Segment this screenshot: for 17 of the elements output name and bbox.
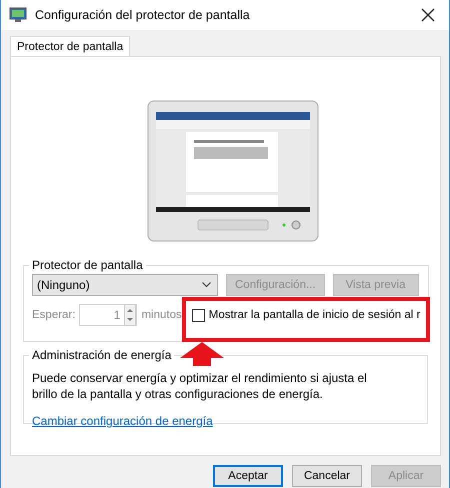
screensaver-dropdown[interactable]: (Ninguno): [32, 274, 218, 296]
arrow-icon: [180, 342, 224, 366]
logon-checkbox[interactable]: Mostrar la pantalla de inicio de sesión al r: [192, 308, 420, 322]
group-label: Protector de pantalla: [31, 258, 144, 272]
power-description: Puede conservar energía y optimizar el rendimiento si ajusta el brillo de la pantalla y otras configuraciones de energía.: [32, 370, 368, 402]
display-icon: [9, 7, 27, 23]
close-icon[interactable]: [421, 8, 435, 22]
ok-button[interactable]: Aceptar: [213, 465, 283, 487]
wait-label: Esperar:: [32, 309, 76, 321]
tab[interactable]: Protector de pantalla: [10, 36, 130, 56]
power-settings-link[interactable]: Cambiar configuración de energía: [32, 414, 213, 428]
window-title: Configuración del protector de pantalla: [35, 8, 251, 22]
minutes-label: minutos: [141, 309, 182, 321]
spin-arrows-icon: [124, 304, 136, 326]
group-label: Administración de energía: [31, 348, 172, 362]
cancel-button[interactable]: Cancelar: [292, 465, 362, 487]
chevron-icon: [202, 282, 211, 288]
